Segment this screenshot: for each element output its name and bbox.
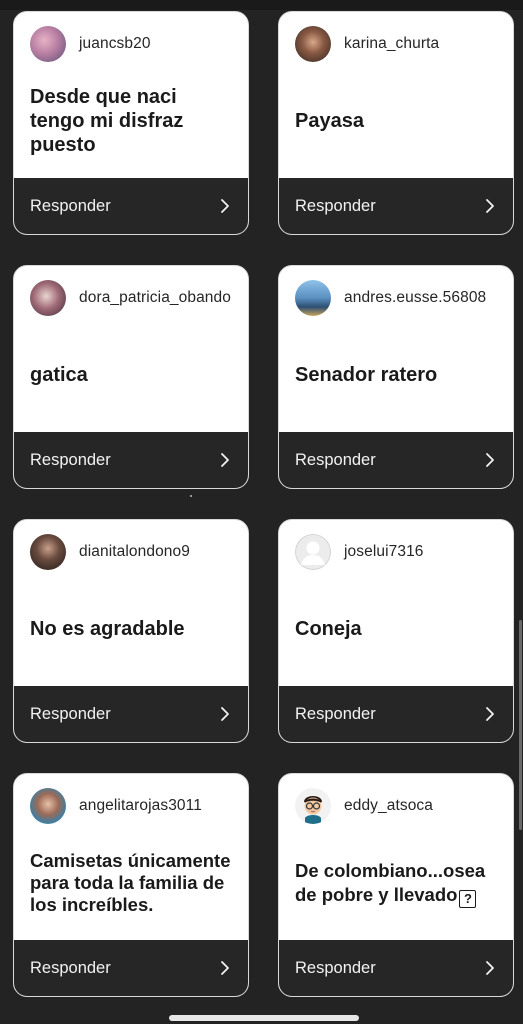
default-avatar-icon[interactable]	[295, 534, 331, 570]
username[interactable]: andres.eusse.56808	[344, 289, 486, 307]
question-text: Senador ratero	[295, 364, 438, 386]
question-text: No es agradable	[30, 618, 185, 640]
photo-avatar-icon[interactable]	[30, 534, 66, 570]
memoji-face-icon	[304, 796, 322, 824]
card-header: eddy_atsoca	[295, 787, 503, 825]
username[interactable]: eddy_atsoca	[344, 797, 433, 815]
person-silhouette-icon	[295, 534, 331, 570]
question-card[interactable]: joselui7316 Coneja Responder	[278, 519, 514, 743]
reply-label: Responder	[295, 450, 376, 469]
chevron-right-icon	[221, 453, 229, 467]
reply-button[interactable]: Responder	[14, 432, 248, 488]
chevron-right-icon	[221, 707, 229, 721]
chevron-right-icon	[221, 199, 229, 213]
question-card[interactable]: eddy_atsoca De colombiano...osea de pobr…	[278, 773, 514, 997]
question-card[interactable]: angelitarojas3011 Camisetas únicamente p…	[13, 773, 249, 997]
username[interactable]: dora_patricia_obando	[79, 289, 231, 307]
scrollbar[interactable]	[519, 620, 522, 830]
reply-label: Responder	[30, 450, 111, 469]
reply-label: Responder	[295, 196, 376, 215]
question-text: Desde que naci tengo mi disfraz puesto	[30, 86, 184, 156]
question-text-body: De colombiano...osea de pobre y llevado	[295, 859, 486, 905]
card-header: juancsb20	[30, 25, 238, 63]
chevron-right-icon	[221, 961, 229, 975]
question-text: Coneja	[295, 618, 362, 640]
question-card[interactable]: andres.eusse.56808 Senador ratero Respon…	[278, 265, 514, 489]
photo-avatar-icon[interactable]	[30, 280, 66, 316]
question-card[interactable]: karina_churta Payasa Responder	[278, 11, 514, 235]
decorative-dot	[190, 495, 192, 497]
chevron-right-icon	[486, 707, 494, 721]
photo-avatar-icon[interactable]	[295, 26, 331, 62]
question-text: Camisetas únicamente para toda la famili…	[30, 850, 231, 915]
photo-avatar-icon[interactable]	[295, 280, 331, 316]
reply-label: Responder	[30, 196, 111, 215]
reply-button[interactable]: Responder	[279, 178, 513, 234]
reply-button[interactable]: Responder	[279, 940, 513, 996]
chevron-right-icon	[486, 199, 494, 213]
card-header: dianitalondono9	[30, 533, 238, 571]
reply-button[interactable]: Responder	[14, 940, 248, 996]
reply-button[interactable]: Responder	[14, 686, 248, 742]
question-text: Payasa	[295, 110, 364, 132]
reply-label: Responder	[295, 958, 376, 977]
reply-label: Responder	[30, 704, 111, 723]
memoji-avatar-icon[interactable]	[295, 788, 331, 824]
chevron-right-icon	[486, 961, 494, 975]
question-grid: juancsb20 Desde que naci tengo mi disfra…	[0, 0, 523, 1024]
username[interactable]: karina_churta	[344, 35, 439, 53]
reply-button[interactable]: Responder	[279, 432, 513, 488]
card-header: andres.eusse.56808	[295, 279, 503, 317]
card-header: dora_patricia_obando	[30, 279, 238, 317]
username[interactable]: juancsb20	[79, 35, 151, 53]
question-text: De colombiano...osea de pobre y llevado?	[295, 826, 501, 940]
unknown-emoji-glyph: ?	[459, 889, 477, 908]
reply-label: Responder	[295, 704, 376, 723]
reply-button[interactable]: Responder	[279, 686, 513, 742]
card-header: angelitarojas3011	[30, 787, 238, 825]
question-card[interactable]: dianitalondono9 No es agradable Responde…	[13, 519, 249, 743]
photo-avatar-icon[interactable]	[30, 788, 66, 824]
chevron-right-icon	[486, 453, 494, 467]
reply-label: Responder	[30, 958, 111, 977]
username[interactable]: angelitarojas3011	[79, 797, 202, 815]
reply-button[interactable]: Responder	[14, 178, 248, 234]
photo-avatar-icon[interactable]	[30, 26, 66, 62]
home-indicator[interactable]	[169, 1015, 359, 1021]
card-header: karina_churta	[295, 25, 503, 63]
username[interactable]: joselui7316	[344, 543, 424, 561]
question-card[interactable]: juancsb20 Desde que naci tengo mi disfra…	[13, 11, 249, 235]
card-header: joselui7316	[295, 533, 503, 571]
username[interactable]: dianitalondono9	[79, 543, 190, 561]
question-text: gatica	[30, 364, 88, 386]
question-card[interactable]: dora_patricia_obando gatica Responder	[13, 265, 249, 489]
